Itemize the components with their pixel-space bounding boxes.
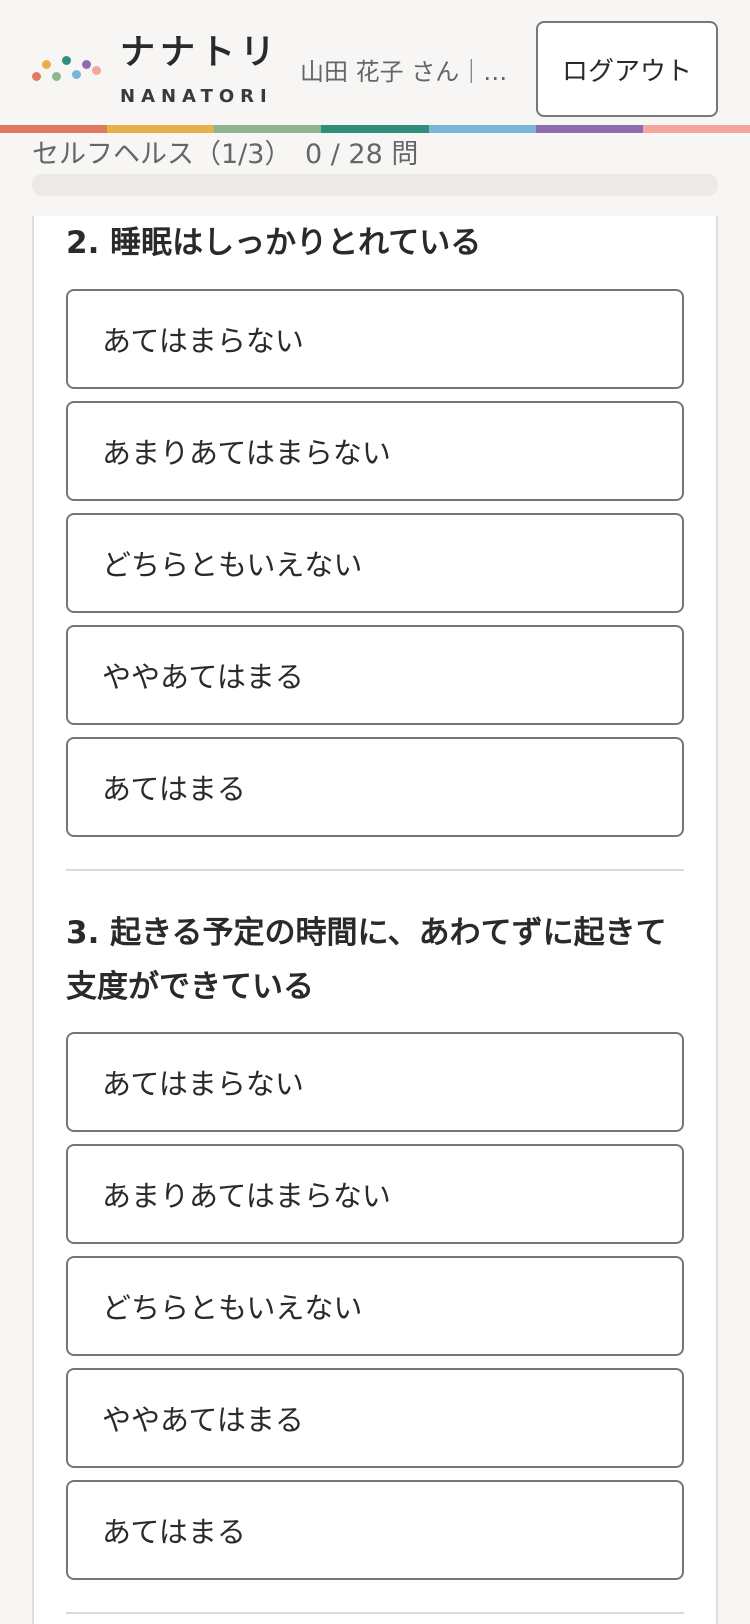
logout-button[interactable]: ログアウト xyxy=(536,21,718,117)
answer-option[interactable]: ややあてはまる xyxy=(66,1368,684,1468)
brand-name: ナナトリ xyxy=(120,33,281,73)
question-title: 3. 起きる予定の時間に、あわてずに起きて支度ができている xyxy=(66,915,667,1005)
brand-subtitle: NANATORI xyxy=(120,86,273,107)
answer-option[interactable]: あてはまる xyxy=(66,737,684,837)
question-title: 2. 睡眠はしっかりとれている xyxy=(66,225,482,261)
logo-dot xyxy=(42,60,51,69)
answer-option[interactable]: ややあてはまる xyxy=(66,625,684,725)
user-name: 山田 花子 さん｜… xyxy=(300,58,508,86)
answer-option[interactable]: あてはまらない xyxy=(66,289,684,389)
answer-option[interactable]: あまりあてはまらない xyxy=(66,1144,684,1244)
answer-option[interactable]: どちらともいえない xyxy=(66,513,684,613)
logo-dot xyxy=(92,66,101,75)
logo-dot xyxy=(62,56,71,65)
logo-dot xyxy=(72,70,81,79)
color-segment xyxy=(428,125,536,133)
answer-option[interactable]: あてはまる xyxy=(66,1480,684,1580)
color-segment xyxy=(642,125,750,133)
progress-bar xyxy=(32,174,718,196)
logo-dot xyxy=(52,72,61,81)
answer-option[interactable]: あまりあてはまらない xyxy=(66,401,684,501)
logo-dot xyxy=(32,72,41,81)
progress-label: セルフヘルス（1/3） 0 / 28 問 xyxy=(32,139,419,170)
logo-icon xyxy=(32,54,102,84)
color-segment xyxy=(535,125,643,133)
question-divider xyxy=(66,1612,684,1614)
app-header: ナナトリ NANATORI 山田 花子 さん｜… ログアウト xyxy=(0,0,750,126)
answer-option[interactable]: どちらともいえない xyxy=(66,1256,684,1356)
answer-option[interactable]: あてはまらない xyxy=(66,1032,684,1132)
question-divider xyxy=(66,869,684,871)
logo-dot xyxy=(82,60,91,69)
